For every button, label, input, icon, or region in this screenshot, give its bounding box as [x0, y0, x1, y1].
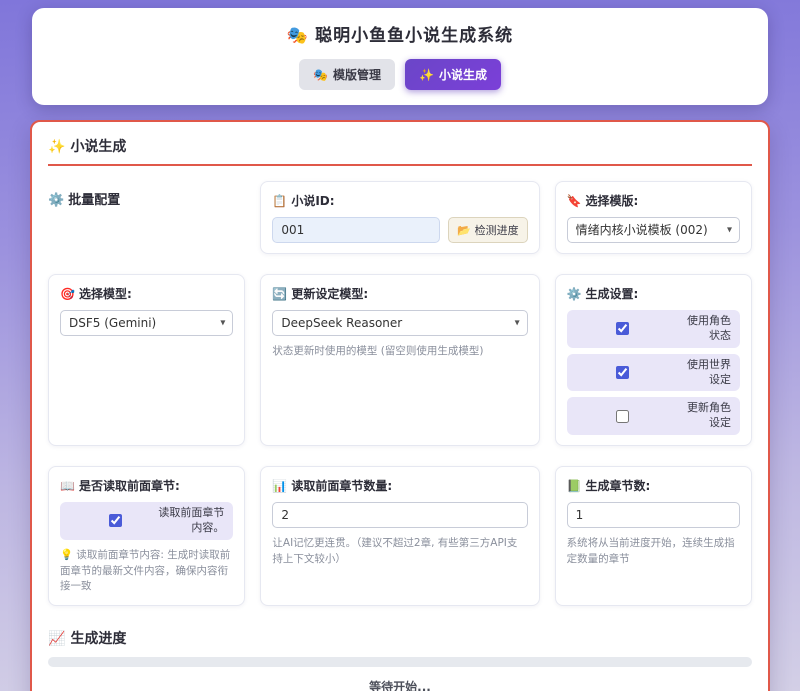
read-previous-label: 📖 是否读取前面章节: [60, 477, 233, 494]
update-model-select[interactable]: DeepSeek Reasoner [272, 310, 527, 336]
novel-id-label-text: 小说ID: [291, 194, 334, 208]
chart-increasing-icon: 📈 [48, 631, 65, 647]
folder-icon: 📂 [457, 224, 471, 237]
update-character-setting-row: 更新角色设定 [567, 397, 740, 435]
bookmark-icon: 🔖 [567, 194, 582, 208]
theater-masks-icon: 🎭 [287, 26, 309, 46]
check-progress-label: 检测进度 [475, 224, 519, 237]
tab-novel-generation[interactable]: ✨ 小说生成 [405, 59, 501, 90]
section-title-text: 小说生成 [70, 139, 126, 155]
model-label-text: 选择模型: [79, 287, 132, 301]
template-select-wrapper: 情绪内核小说模板 (002) [567, 217, 740, 243]
read-previous-field: 📖 是否读取前面章节: 读取前面章节内容。 💡 读取前面章节内容: 生成时读取前面… [48, 466, 245, 606]
read-previous-hint: 💡 读取前面章节内容: 生成时读取前面章节的最新文件内容，确保内容衔接一致 [60, 548, 233, 595]
read-previous-hint-text: 读取前面章节内容: 生成时读取前面章节的最新文件内容，确保内容衔接一致 [60, 549, 230, 593]
chapter-count-input[interactable] [567, 502, 740, 528]
app-header: 🎭 聪明小鱼鱼小说生成系统 🎭 模版管理 ✨ 小说生成 [32, 8, 768, 105]
clipboard-icon: 📋 [272, 194, 287, 208]
update-model-hint: 状态更新时使用的模型 (留空则使用生成模型) [272, 344, 527, 360]
update-model-field: 🔄 更新设定模型: DeepSeek Reasoner 状态更新时使用的模型 (留… [260, 274, 539, 446]
progress-status-text: 等待开始... [48, 678, 752, 691]
use-character-state-row: 使用角色状态 [567, 310, 740, 348]
model-select-wrapper: DSF5 (Gemini) [60, 310, 233, 336]
batch-config-label: ⚙️ 批量配置 [48, 181, 245, 254]
update-character-setting-checkbox[interactable] [616, 410, 629, 423]
open-book-icon: 📖 [60, 479, 75, 493]
app-title: 🎭 聪明小鱼鱼小说生成系统 [48, 21, 752, 46]
read-previous-checkbox-label: 读取前面章节内容。 [152, 506, 224, 536]
template-label-text: 选择模版: [586, 194, 639, 208]
green-book-icon: 📗 [567, 479, 582, 493]
generation-tab-label: 小说生成 [439, 66, 487, 83]
section-title: ✨ 小说生成 [48, 136, 752, 166]
chapter-count-label-text: 生成章节数: [586, 479, 651, 493]
batch-config-text: 批量配置 [68, 193, 120, 208]
update-model-label-text: 更新设定模型: [291, 287, 368, 301]
novel-id-input[interactable] [272, 217, 440, 243]
model-label: 🎯 选择模型: [60, 285, 233, 302]
target-icon: 🎯 [60, 287, 75, 301]
progress-bar [48, 657, 752, 667]
novel-id-row: 📂 检测进度 [272, 217, 527, 243]
read-previous-label-text: 是否读取前面章节: [79, 479, 180, 493]
chapter-count-label: 📗 生成章节数: [567, 477, 740, 494]
model-field: 🎯 选择模型: DSF5 (Gemini) [48, 274, 245, 446]
sparkles-icon: ✨ [419, 68, 434, 82]
check-progress-button[interactable]: 📂 检测进度 [448, 217, 527, 243]
read-previous-row: 读取前面章节内容。 [60, 502, 233, 540]
novel-id-label: 📋 小说ID: [272, 192, 527, 209]
template-tab-icon: 🎭 [313, 68, 328, 82]
update-model-select-wrapper: DeepSeek Reasoner [272, 310, 527, 336]
novel-id-field: 📋 小说ID: 📂 检测进度 [260, 181, 539, 254]
generation-settings-label: ⚙️ 生成设置: [567, 285, 740, 302]
novel-generation-panel: ✨小说生成 ⚙️批量配置 📋小说ID: 📂 检测进度 🔖选择模版: 情 [30, 120, 770, 691]
tab-template-management[interactable]: 🎭 模版管理 [299, 59, 395, 90]
update-character-setting-label: 更新角色设定 [679, 401, 731, 431]
config-grid: ⚙️ 批量配置 📋 小说ID: 📂 检测进度 🔖 选择模版: 情绪内核小说模板 (00… [48, 181, 752, 606]
chapter-count-hint: 系统将从当前进度开始，连续生成指定数量的章节 [567, 536, 740, 568]
previous-count-hint: 让AI记忆更连贯。（建议不超过2章, 有些第三方API支持上下文较小） [272, 536, 527, 568]
main-nav: 🎭 模版管理 ✨ 小说生成 [48, 59, 752, 90]
generation-settings-field: ⚙️ 生成设置: 使用角色状态 使用世界设定 更新角色设定 [555, 274, 752, 446]
bar-chart-icon: 📊 [272, 479, 287, 493]
update-model-label: 🔄 更新设定模型: [272, 285, 527, 302]
previous-count-field: 📊 读取前面章节数量: 让AI记忆更连贯。（建议不超过2章, 有些第三方API支持… [260, 466, 539, 606]
progress-section-title: 📈 生成进度 [48, 628, 752, 648]
gear-icon: ⚙️ [48, 193, 64, 208]
previous-count-input[interactable] [272, 502, 527, 528]
use-world-setting-label: 使用世界设定 [679, 358, 731, 388]
chapter-count-field: 📗 生成章节数: 系统将从当前进度开始，连续生成指定数量的章节 [555, 466, 752, 606]
sparkles-icon: ✨ [48, 139, 65, 155]
use-character-state-label: 使用角色状态 [679, 314, 731, 344]
model-select[interactable]: DSF5 (Gemini) [60, 310, 233, 336]
use-world-setting-checkbox[interactable] [616, 366, 629, 379]
template-field: 🔖 选择模版: 情绪内核小说模板 (002) [555, 181, 752, 254]
app-title-text: 聪明小鱼鱼小说生成系统 [315, 26, 513, 46]
read-previous-checkbox[interactable] [109, 514, 122, 527]
previous-count-label-text: 读取前面章节数量: [291, 479, 392, 493]
template-tab-label: 模版管理 [333, 66, 381, 83]
progress-title-text: 生成进度 [70, 631, 126, 647]
template-select[interactable]: 情绪内核小说模板 (002) [567, 217, 740, 243]
previous-count-label: 📊 读取前面章节数量: [272, 477, 527, 494]
refresh-icon: 🔄 [272, 287, 287, 301]
generation-settings-label-text: 生成设置: [586, 287, 639, 301]
template-label: 🔖 选择模版: [567, 192, 740, 209]
gear-icon: ⚙️ [567, 287, 582, 301]
light-bulb-icon: 💡 [60, 549, 73, 561]
use-world-setting-row: 使用世界设定 [567, 354, 740, 392]
use-character-state-checkbox[interactable] [616, 322, 629, 335]
